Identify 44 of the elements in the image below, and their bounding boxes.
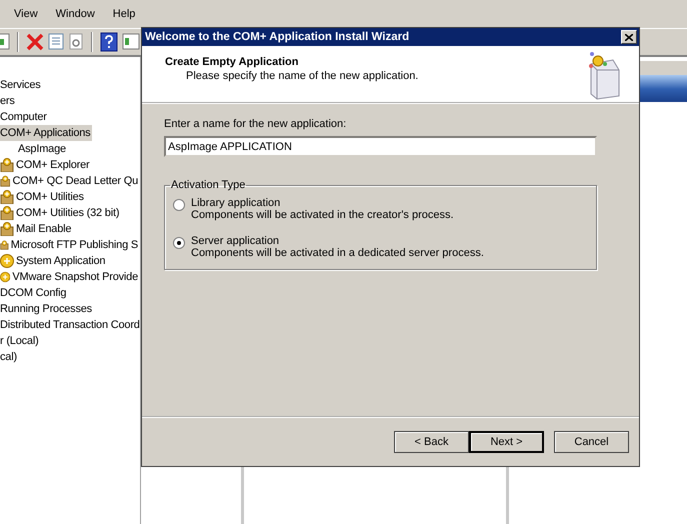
tree-item[interactable]: COM+ QC Dead Letter Qu [10,173,140,189]
close-button[interactable] [621,30,637,44]
tree-item[interactable]: COM+ Utilities [14,189,86,205]
option-label: Library application [191,197,282,209]
option-description: Components will be activated in the creator's process. [191,209,454,221]
wizard-button[interactable]: Cancel [554,431,629,453]
menu-item[interactable]: Window [50,6,101,22]
tree-item[interactable]: Computer [0,109,49,125]
tree-item[interactable]: VMware Snapshot Provide [10,269,140,285]
name-label: Enter a name for the new application: [164,118,348,130]
help-icon[interactable] [100,32,118,52]
tree-item[interactable]: r (Local) [0,333,41,349]
wizard-button[interactable]: < Back [394,431,469,453]
tree-item[interactable]: COM+ Explorer [14,157,92,173]
tree-item[interactable]: Distributed Transaction Coord [0,317,142,333]
tree-item[interactable]: System Application [14,253,108,269]
tree-item[interactable]: cal) [0,349,19,365]
tree-item[interactable]: Microsoft FTP Publishing S [8,237,140,253]
pane-icon[interactable] [122,33,140,51]
radio-button[interactable] [173,199,185,211]
tree-item[interactable]: ers [0,93,17,109]
window-title: Welcome to the COM+ Application Install Wizard [145,31,410,43]
tree-item[interactable]: Running Processes [0,301,94,317]
pane-icon[interactable] [0,33,10,51]
tree-item[interactable]: COM+ Applications [0,125,92,141]
menu-item[interactable]: Help [106,6,142,22]
menu-item[interactable]: View [8,6,44,22]
option-description: Components will be activated in a dedicated server process. [191,247,484,259]
wizard-button[interactable]: Next > [469,431,544,453]
tree-item[interactable]: AspImage [16,141,68,157]
group-title: Activation Type [170,179,246,191]
properties-icon[interactable] [48,33,64,51]
radio-button[interactable] [173,237,185,249]
refresh-icon[interactable] [68,33,84,51]
tree-item[interactable]: Services [0,77,43,93]
close-icon [625,34,633,40]
option-label: Server application [191,235,280,247]
name-field[interactable]: AspImage APPLICATION [164,136,597,157]
tree-item[interactable]: DCOM Config [0,285,68,301]
delete-icon[interactable] [26,33,44,51]
tree-item[interactable]: Mail Enable [14,221,74,237]
tree-item[interactable]: COM+ Utilities (32 bit) [14,205,122,221]
page-heading: Create Empty Application [165,56,300,68]
page-subheading: Please specify the name of the new application. [185,70,418,82]
